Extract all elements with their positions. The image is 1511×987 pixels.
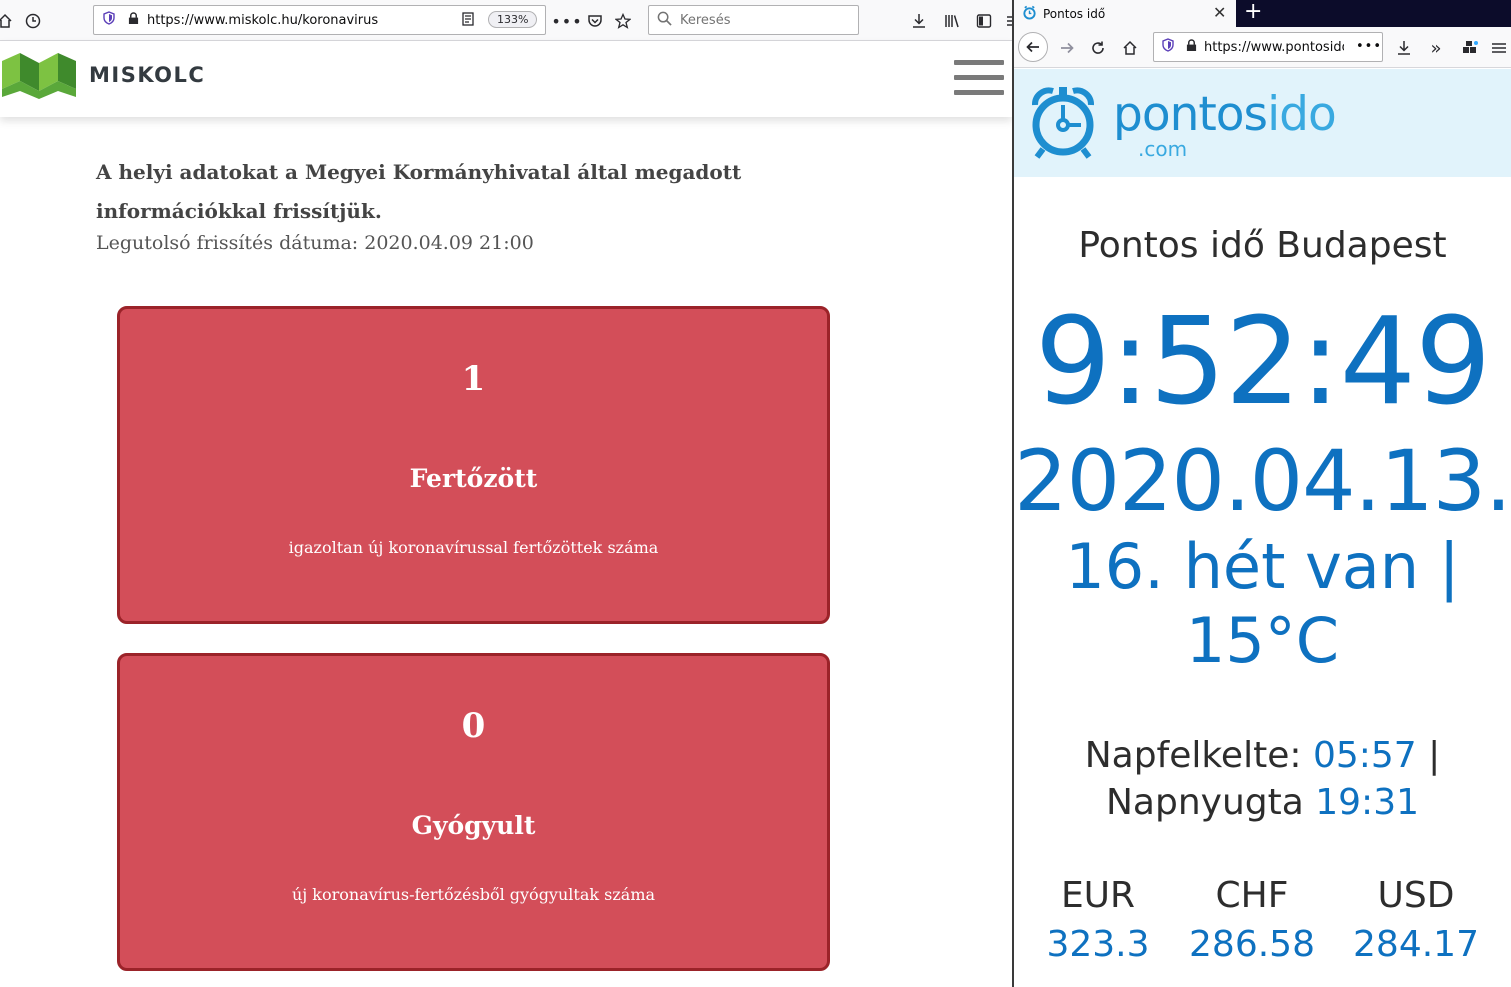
right-url-bar[interactable]: https://www.pontosido •••: [1153, 32, 1383, 62]
pocket-icon[interactable]: [584, 10, 606, 32]
extensions-icon[interactable]: [1459, 37, 1481, 59]
sunrise-label: Napfelkelte:: [1084, 735, 1302, 776]
sunset-label: Napnyugta: [1105, 781, 1304, 823]
week-number-text: 16. hét van |: [1065, 530, 1460, 603]
history-clock-icon[interactable]: [22, 10, 44, 32]
right-browser-toolbar: https://www.pontosido ••• »: [1014, 27, 1511, 68]
tab-title: Pontos idő: [1043, 6, 1106, 21]
left-browser-toolbar: https://www.miskolc.hu/koronavirus 133% …: [0, 0, 1012, 41]
right-tab-strip: Pontos idő ✕ +: [1014, 0, 1511, 27]
current-date: 2020.04.13.: [1014, 432, 1511, 530]
sun-times: Napfelkelte: 05:57 | Napnyugta 19:31: [1014, 733, 1511, 827]
currency-rate: 323.3: [1046, 924, 1150, 965]
sidebar-toggle-icon[interactable]: [973, 10, 995, 32]
pontosido-header: pontosido .com: [1014, 69, 1511, 177]
tracking-shield-icon[interactable]: [1161, 38, 1175, 56]
currency-rate: 284.17: [1353, 924, 1479, 965]
recovered-description: új koronavírus-fertőzésből gyógyultak sz…: [291, 885, 656, 904]
city-title: Pontos idő Budapest: [1078, 225, 1447, 266]
current-time: 9:52:49: [1034, 293, 1492, 432]
currency-code: USD: [1377, 875, 1455, 916]
brand-main-text: pontos: [1113, 87, 1268, 142]
sunrise-time: 05:57: [1312, 735, 1417, 776]
alarm-clock-favicon-icon: [1022, 5, 1037, 23]
left-url-bar[interactable]: https://www.miskolc.hu/koronavirus 133%: [93, 5, 546, 35]
lock-icon[interactable]: [1186, 38, 1197, 56]
right-url-text: https://www.pontosido: [1204, 39, 1344, 55]
infected-description: igazoltan új koronavírussal fertőzöttek …: [288, 538, 659, 557]
tab-close-icon[interactable]: ✕: [1213, 3, 1226, 22]
page-actions-icon[interactable]: •••: [551, 10, 581, 32]
left-search-box[interactable]: Keresés: [648, 5, 859, 35]
currency-eur: EUR 323.3: [1028, 875, 1168, 965]
downloads-icon[interactable]: [1393, 37, 1415, 59]
pontosido-brand[interactable]: pontosido: [1113, 91, 1337, 138]
temperature-text: 15°C: [1185, 604, 1340, 678]
zoom-level-badge[interactable]: 133%: [488, 11, 538, 28]
bookmark-star-icon[interactable]: [612, 10, 634, 32]
infected-title: Fertőzött: [409, 464, 538, 493]
currency-usd: USD 284.17: [1346, 875, 1486, 965]
infected-card: 1 Fertőzött igazoltan új koronavírussal …: [117, 306, 830, 624]
search-icon: [657, 11, 672, 30]
recovered-count: 0: [461, 706, 486, 746]
sun-separator: |: [1428, 735, 1441, 776]
currency-rate: 286.58: [1189, 924, 1315, 965]
library-icon[interactable]: [941, 10, 963, 32]
forward-button-icon[interactable]: [1056, 37, 1078, 59]
downloads-icon[interactable]: [908, 10, 930, 32]
miskolc-browser-window: https://www.miskolc.hu/koronavirus 133% …: [0, 0, 1012, 987]
page-actions-icon[interactable]: •••: [1356, 39, 1382, 54]
new-tab-icon[interactable]: +: [1244, 0, 1262, 24]
home-icon[interactable]: [0, 10, 16, 32]
currency-code: CHF: [1215, 875, 1289, 916]
search-placeholder: Keresés: [680, 12, 731, 28]
reader-view-icon[interactable]: [462, 12, 474, 30]
home-icon[interactable]: [1119, 37, 1141, 59]
miskolc-site-header: MISKOLC: [0, 41, 1012, 117]
koronavirus-content: A helyi adatokat a Megyei Kormányhivatal…: [0, 117, 1012, 987]
brand-accent-text: ido: [1267, 87, 1337, 142]
alarm-clock-logo-icon[interactable]: [1029, 85, 1097, 165]
overflow-chevron-icon[interactable]: »: [1425, 37, 1447, 59]
tracking-shield-icon[interactable]: [102, 11, 116, 29]
brand-domain-text: .com: [1138, 137, 1188, 161]
reload-icon[interactable]: [1087, 37, 1109, 59]
miskolc-logo-icon[interactable]: [2, 53, 76, 103]
lock-icon[interactable]: [128, 11, 139, 29]
recovered-card: 0 Gyógyult új koronavírus-fertőzésből gy…: [117, 653, 830, 971]
currency-code: EUR: [1060, 875, 1136, 916]
week-temperature: 16. hét van | 15°C: [1014, 530, 1511, 679]
pontosido-browser-window: Pontos idő ✕ + https://www.pontosido •••: [1014, 0, 1511, 987]
currency-chf: CHF 286.58: [1182, 875, 1322, 965]
site-logo-text[interactable]: MISKOLC: [89, 63, 205, 87]
infected-count: 1: [461, 359, 486, 399]
last-updated-text: Legutolsó frissítés dátuma: 2020.04.09 2…: [96, 232, 534, 254]
sunset-time: 19:31: [1315, 781, 1419, 823]
menu-overflow-icon[interactable]: [1003, 10, 1012, 32]
tab-pontos-ido[interactable]: Pontos idő ✕: [1014, 0, 1236, 27]
hamburger-menu-icon[interactable]: [954, 60, 1004, 98]
left-url-text: https://www.miskolc.hu/koronavirus: [147, 12, 379, 28]
back-button-icon[interactable]: [1018, 32, 1048, 62]
recovered-title: Gyógyult: [411, 811, 536, 840]
intro-text: A helyi adatokat a Megyei Kormányhivatal…: [96, 160, 742, 223]
menu-icon[interactable]: [1488, 37, 1510, 59]
